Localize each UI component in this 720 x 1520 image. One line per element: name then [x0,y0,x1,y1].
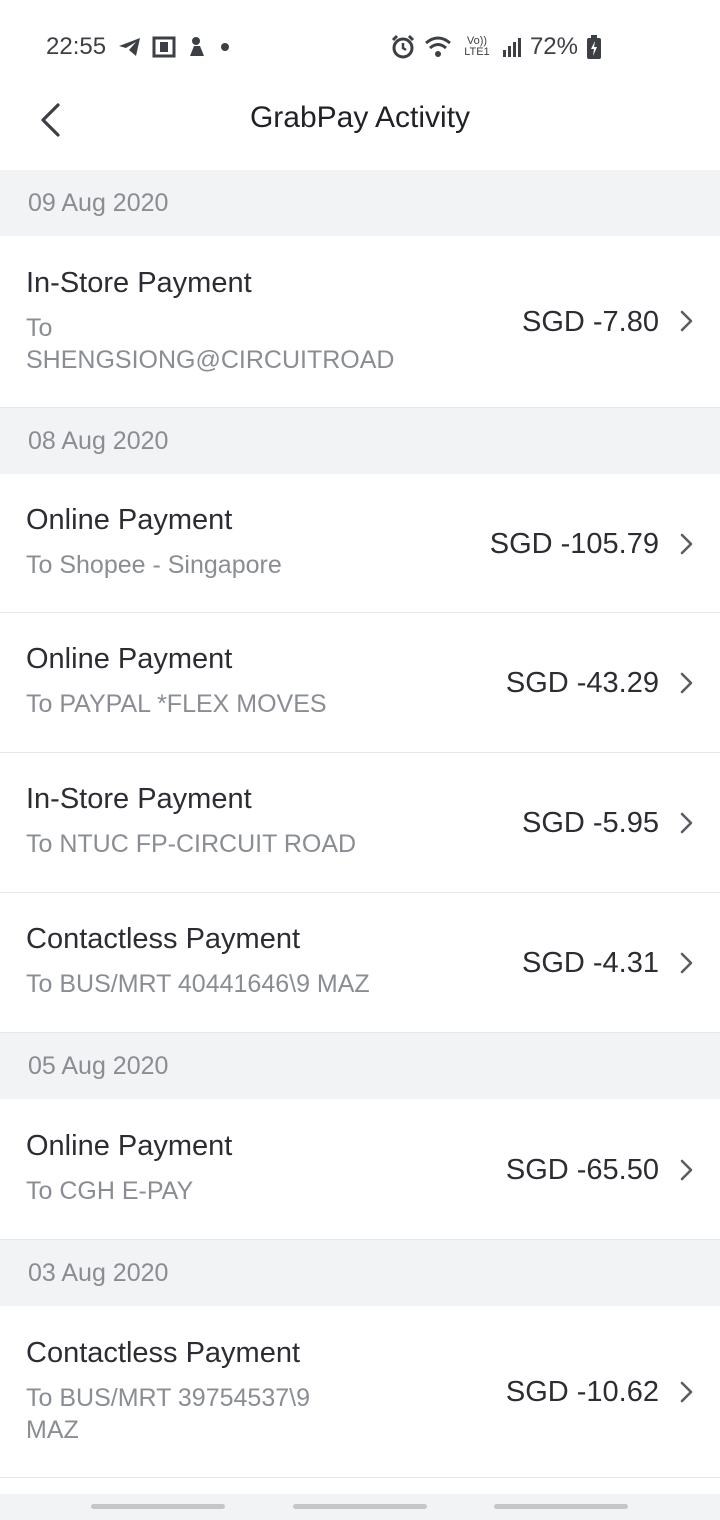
transaction-title: Online Payment [26,1130,233,1162]
transaction-row[interactable]: In-Store Payment To SHENGSIONG@CIRCUITRO… [0,236,720,408]
transaction-list: 09 Aug 2020 In-Store Payment To SHENGSIO… [0,170,720,1478]
transaction-subtitle: To SHENGSIONG@CIRCUITROAD [26,314,395,374]
transaction-row[interactable]: Online Payment To CGH E-PAY SGD -65.50 [0,1099,720,1240]
chevron-right-icon [680,672,693,694]
transaction-title: Contactless Payment [26,1337,301,1369]
transaction-amount: SGD -105.79 [489,528,659,560]
nav-recents-handle[interactable] [91,1504,225,1509]
transaction-title: Contactless Payment [26,923,301,955]
transaction-title: In-Store Payment [26,267,252,299]
date-header: 03 Aug 2020 [0,1240,720,1306]
transaction-amount: SGD -65.50 [505,1154,659,1186]
status-right: Vo)) LTE1 72% [390,30,602,64]
transaction-amount: SGD -43.29 [505,667,659,699]
transaction-subtitle: To BUS/MRT 40441646\9 MAZ [26,970,370,998]
status-left: 22:55 [46,30,232,64]
transaction-amount: SGD -10.62 [505,1376,659,1408]
app-header: GrabPay Activity [0,92,720,170]
transaction-info: In-Store Payment To NTUC FP-CIRCUIT ROAD [26,783,426,860]
transaction-amount: SGD -7.80 [522,306,659,338]
chevron-right-icon [680,1381,693,1403]
transaction-amount: SGD -4.31 [522,947,659,979]
transaction-subtitle: To BUS/MRT 39754537\9 MAZ [26,1384,310,1444]
transaction-title: Online Payment [26,504,233,536]
transaction-row[interactable]: Online Payment To Shopee - Singapore SGD… [0,474,720,613]
transaction-subtitle: To NTUC FP-CIRCUIT ROAD [26,830,357,858]
transaction-row[interactable]: Online Payment To PAYPAL *FLEX MOVES SGD… [0,613,720,753]
app-notification-icon [186,36,208,58]
battery-percent: 72% [529,33,578,60]
signal-icon [502,36,522,58]
transaction-row[interactable]: Contactless Payment To BUS/MRT 39754537\… [0,1306,720,1478]
date-header: 09 Aug 2020 [0,170,720,236]
alarm-icon [390,34,416,60]
transaction-info: Contactless Payment To BUS/MRT 39754537\… [26,1337,426,1446]
nav-home-handle[interactable] [293,1504,427,1509]
transaction-title: In-Store Payment [26,783,252,815]
status-time: 22:55 [46,33,107,60]
more-dot-icon [218,40,232,54]
transaction-info: Online Payment To Shopee - Singapore [26,504,426,581]
transaction-title: Online Payment [26,643,233,675]
transaction-row[interactable]: In-Store Payment To NTUC FP-CIRCUIT ROAD… [0,753,720,893]
transaction-info: Online Payment To CGH E-PAY [26,1130,426,1207]
transaction-subtitle: To PAYPAL *FLEX MOVES [26,690,327,718]
wifi-icon [424,35,452,59]
video-icon [152,36,176,58]
status-bar: 22:55 Vo)) LTE1 72% [0,0,720,92]
transaction-info: Online Payment To PAYPAL *FLEX MOVES [26,643,426,720]
transaction-info: In-Store Payment To SHENGSIONG@CIRCUITRO… [26,267,426,376]
transaction-subtitle: To CGH E-PAY [26,1177,194,1205]
battery-charging-icon [586,34,602,60]
volte-label: Vo)) LTE1 [464,35,490,58]
chevron-right-icon [680,952,693,974]
chevron-right-icon [680,533,693,555]
telegram-icon [118,36,142,58]
page-title: GrabPay Activity [249,101,471,134]
chevron-right-icon [680,310,693,332]
chevron-right-icon [680,1159,693,1181]
transaction-info: Contactless Payment To BUS/MRT 40441646\… [26,923,426,1000]
nav-back-handle[interactable] [494,1504,628,1509]
transaction-subtitle: To Shopee - Singapore [26,551,282,579]
chevron-right-icon [680,812,693,834]
transaction-amount: SGD -5.95 [522,807,659,839]
gesture-nav-bar [0,1494,720,1520]
date-header: 05 Aug 2020 [0,1033,720,1099]
date-header: 08 Aug 2020 [0,408,720,474]
transaction-row[interactable]: Contactless Payment To BUS/MRT 40441646\… [0,893,720,1033]
